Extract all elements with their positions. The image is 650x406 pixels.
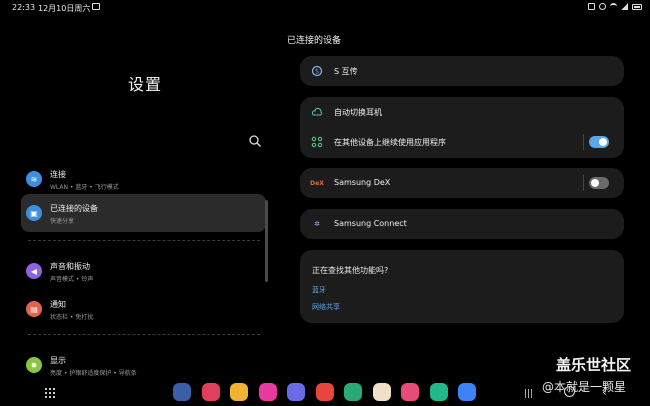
signal-icon (621, 3, 628, 10)
tethering-link[interactable]: 网络共享 (312, 302, 340, 312)
row-divider (583, 175, 584, 191)
notification-icon: ▤ (26, 301, 42, 317)
continue-apps-label: 在其他设备上继续使用应用程序 (334, 138, 446, 147)
toggle-knob (599, 138, 607, 146)
settings-title: 设置 (128, 75, 163, 94)
menu-item-title: 通知 (50, 300, 66, 309)
samsung-connect-label: Samsung Connect (334, 219, 407, 228)
my-files-app-icon[interactable] (230, 383, 248, 401)
menu-divider (28, 240, 260, 241)
menu-item[interactable]: ▤ 通知状态栏 • 免打扰 (21, 290, 266, 328)
menu-item-title: 已连接的设备 (50, 204, 98, 213)
toggle-knob (591, 179, 599, 187)
samsung-dex-label: Samsung DeX (334, 178, 391, 187)
status-icons (588, 3, 642, 10)
taskbar: ||| ‹ (0, 378, 650, 406)
settings-app-icon[interactable] (173, 383, 191, 401)
display-icon: ✹ (26, 357, 42, 373)
m-app-icon[interactable] (458, 383, 476, 401)
menu-item-subtitle: 快速分享 (50, 218, 75, 225)
bluetooth-link[interactable]: 蓝牙 (312, 285, 326, 295)
snowflake-icon: ✲ (314, 220, 320, 228)
apps-grid-icon (311, 136, 323, 148)
home-button[interactable] (564, 386, 575, 397)
menu-item-subtitle: 状态栏 • 免打扰 (50, 314, 94, 321)
pen-app-icon[interactable] (344, 383, 362, 401)
continue-apps-row[interactable]: 在其他设备上继续使用应用程序 (300, 127, 624, 157)
wifi-icon: ≋ (26, 171, 42, 187)
status-bar: 22:33 12月10日周六 (0, 0, 650, 16)
galaxy-store-app-icon[interactable] (201, 383, 220, 401)
connected-devices-icon: ▣ (26, 205, 42, 221)
svg-text:S: S (315, 69, 319, 76)
menu-item-subtitle: 声音模式 • 铃声 (50, 276, 94, 283)
gallery-notification-icon (92, 3, 100, 10)
auto-switch-row[interactable]: 自动切换耳机 (300, 97, 624, 127)
battery-icon (632, 3, 642, 10)
link-app-icon[interactable] (429, 383, 448, 401)
search-icon[interactable] (248, 134, 262, 148)
mute-icon (599, 3, 606, 10)
menu-item[interactable]: ◀ 声音和振动声音模式 • 铃声 (21, 252, 266, 290)
cloud-headphones-icon (311, 106, 323, 118)
messages-app-icon[interactable] (287, 383, 305, 401)
watermark-title: 盖乐世社区 (556, 356, 632, 374)
menu-item[interactable]: ≋ 连接 WLAN • 蓝牙 • 飞行模式 (21, 160, 266, 198)
wifi-status-icon (610, 3, 617, 10)
connect-card[interactable]: ✲ Samsung Connect (300, 209, 624, 239)
menu-item-title: 连接 (50, 170, 66, 179)
dex-icon: DeX (310, 179, 324, 187)
status-date: 12月10日周六 (38, 4, 91, 13)
samsung-dex-row[interactable]: DeX Samsung DeX (300, 168, 624, 198)
menu-divider (28, 334, 260, 335)
flower-app-icon[interactable] (258, 383, 277, 401)
page-title: 已连接的设备 (287, 36, 342, 46)
dex-card: DeX Samsung DeX (300, 168, 624, 198)
volume-icon: ◀ (26, 263, 42, 279)
avatar-app-icon[interactable] (372, 383, 391, 401)
suggest-title: 正在查找其他功能吗? (312, 266, 389, 275)
menu-item-title: 显示 (50, 356, 66, 365)
s-transfer-card[interactable]: S S 互传 (300, 56, 624, 86)
recent-apps-button[interactable]: ||| (524, 389, 533, 399)
flipboard-app-icon[interactable] (315, 383, 334, 401)
back-button[interactable]: ‹ (602, 385, 607, 399)
samsung-dex-toggle[interactable] (589, 177, 609, 189)
menu-item-subtitle: 亮度 • 护眼舒适度保护 • 导航条 (50, 370, 137, 377)
s-transfer-label: S 互传 (334, 67, 358, 76)
earbuds-card: 自动切换耳机 在其他设备上继续使用应用程序 (300, 97, 624, 158)
app-drawer-icon[interactable] (45, 388, 55, 398)
continue-apps-toggle[interactable] (589, 136, 609, 148)
lock-icon (588, 3, 595, 10)
scrollbar[interactable] (265, 200, 268, 282)
row-divider (583, 134, 584, 150)
menu-item[interactable]: ▣ 已连接的设备 快速分享 (21, 194, 266, 232)
auto-switch-label: 自动切换耳机 (334, 108, 382, 117)
s-transfer-row[interactable]: S S 互传 (300, 56, 624, 86)
samsung-connect-row[interactable]: ✲ Samsung Connect (300, 209, 624, 239)
status-time: 22:33 (12, 3, 36, 12)
music-app-icon[interactable] (401, 383, 419, 401)
s-transfer-icon: S (311, 65, 323, 77)
suggestions-card: 正在查找其他功能吗? 蓝牙 网络共享 (300, 250, 624, 323)
menu-item-subtitle: WLAN • 蓝牙 • 飞行模式 (50, 184, 119, 191)
menu-item-title: 声音和振动 (50, 262, 90, 271)
